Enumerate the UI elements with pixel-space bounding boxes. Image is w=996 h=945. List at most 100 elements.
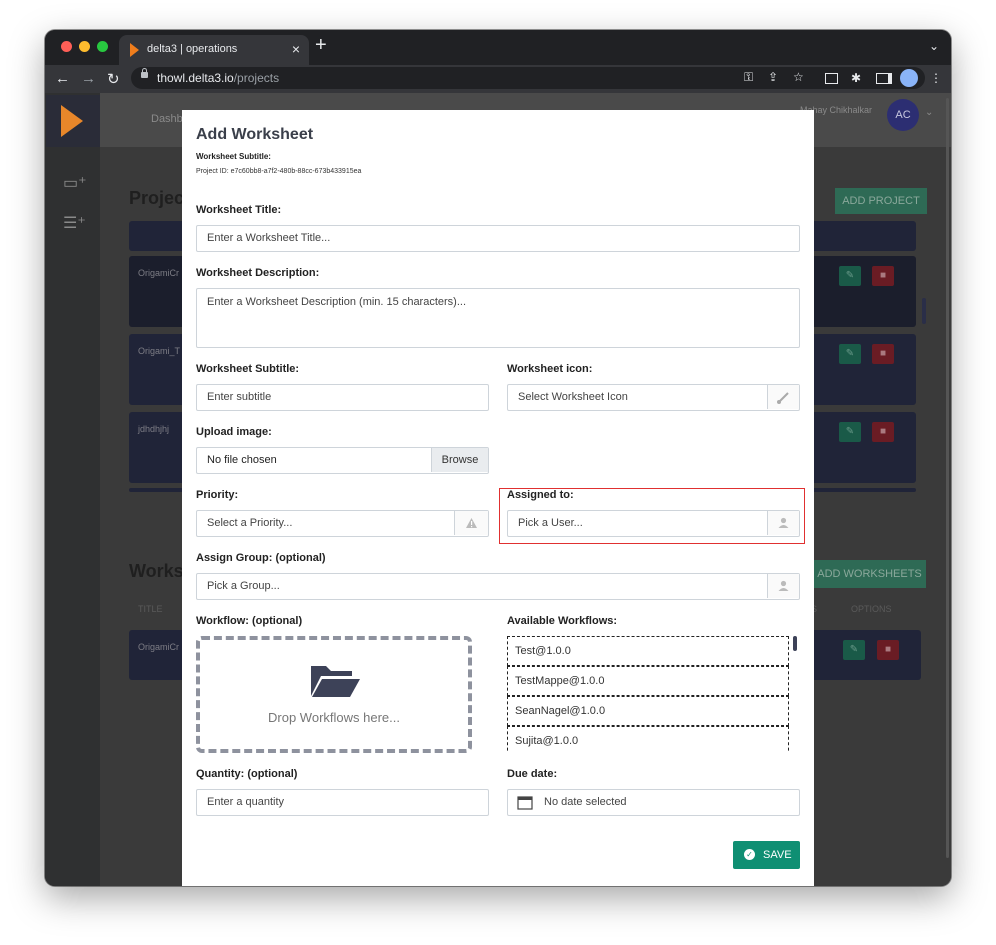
page-viewport: ▭⁺ ☰⁺ Dashb Mahay Chikhalkar AC ⌄ Projec…	[45, 93, 951, 886]
assign-group-select[interactable]: Pick a Group...	[196, 573, 800, 600]
add-list-nav-icon[interactable]: ☰⁺	[63, 213, 86, 233]
extensions-icon[interactable]: ✱	[851, 71, 861, 85]
browser-window: delta3 | operations × + ⌄ ← → ↻ thowl.de…	[45, 30, 951, 886]
save-button-label: SAVE	[763, 849, 792, 861]
workflow-item[interactable]: Test@1.0.0	[507, 636, 789, 666]
user-icon	[778, 580, 789, 591]
available-workflows-label: Available Workflows:	[507, 615, 618, 627]
delta3-logo[interactable]	[46, 95, 100, 147]
project-row-title: Origami_T	[138, 346, 181, 356]
user-menu-chevron-icon[interactable]: ⌄	[925, 107, 933, 118]
projects-scrollbar[interactable]	[922, 298, 926, 324]
browse-button[interactable]: Browse	[431, 448, 488, 472]
close-window-button[interactable]	[61, 41, 72, 52]
profile-avatar[interactable]	[900, 69, 918, 87]
available-workflows-list[interactable]: Test@1.0.0 TestMappe@1.0.0 SeanNagel@1.0…	[507, 636, 797, 753]
page-scrollbar[interactable]	[946, 98, 949, 858]
projects-heading: Projec	[129, 188, 185, 208]
assign-group-label: Assign Group: (optional)	[196, 552, 326, 564]
workflow-item[interactable]: Sujita@1.0.0	[507, 726, 789, 753]
picture-in-picture-icon[interactable]	[825, 73, 838, 84]
quantity-label: Quantity: (optional)	[196, 768, 298, 780]
add-project-button[interactable]: ADD PROJECT	[835, 188, 927, 214]
worksheet-subtitle-label: Worksheet Subtitle:	[196, 363, 300, 375]
calendar-icon	[517, 796, 533, 810]
forward-button[interactable]: →	[81, 70, 96, 87]
browser-menu-icon[interactable]: ⋮	[930, 71, 942, 85]
tab-search-button[interactable]: ⌄	[929, 39, 939, 53]
logo-mark-icon	[61, 105, 83, 137]
address-bar[interactable]: thowl.delta3.io/projects ⚿ ⇪ ☆	[131, 67, 925, 89]
assigned-to-placeholder: Pick a User...	[518, 517, 583, 529]
url-path: /projects	[233, 71, 280, 85]
back-button[interactable]: ←	[55, 70, 70, 87]
save-button[interactable]: ✓ SAVE	[733, 841, 800, 869]
workflows-scrollbar[interactable]	[793, 636, 797, 651]
key-icon[interactable]: ⚿	[744, 70, 753, 85]
quantity-placeholder: Enter a quantity	[207, 796, 285, 808]
modal-subtitle: Worksheet Subtitle:	[196, 152, 271, 161]
project-id: Project ID: e7c60bb8-a7f2-480b-88cc-673b…	[196, 168, 362, 175]
check-circle-icon: ✓	[744, 849, 755, 860]
worksheet-icon-select[interactable]: Select Worksheet Icon	[507, 384, 800, 411]
tab-close-icon[interactable]: ×	[292, 41, 300, 57]
worksheet-icon-placeholder: Select Worksheet Icon	[518, 391, 628, 403]
tab-bar: delta3 | operations × + ⌄	[45, 30, 951, 65]
bookmark-star-icon[interactable]: ☆	[793, 70, 804, 84]
workflow-item[interactable]: TestMappe@1.0.0	[507, 666, 789, 696]
worksheet-title-input[interactable]: Enter a Worksheet Title...	[196, 225, 800, 252]
upload-image-label: Upload image:	[196, 426, 272, 438]
worksheet-description-textarea[interactable]: Enter a Worksheet Description (min. 15 c…	[196, 288, 800, 348]
url-host: thowl.delta3.io	[157, 71, 234, 85]
quantity-input[interactable]: Enter a quantity	[196, 789, 489, 816]
assigned-to-label: Assigned to:	[507, 489, 574, 501]
edit-pencil-icon[interactable]: ✎	[839, 266, 861, 286]
project-row-title: OrigamiCr	[138, 268, 180, 278]
user-addon[interactable]	[767, 511, 799, 535]
worksheet-subtitle-input[interactable]: Enter subtitle	[196, 384, 489, 411]
group-addon[interactable]	[767, 574, 799, 598]
worksheet-description-label: Worksheet Description:	[196, 267, 320, 279]
add-worksheets-button[interactable]: ADD WORKSHEETS	[813, 560, 926, 588]
maximize-window-button[interactable]	[97, 41, 108, 52]
priority-select[interactable]: Select a Priority...	[196, 510, 489, 537]
add-project-nav-icon[interactable]: ▭⁺	[63, 173, 87, 193]
share-icon[interactable]: ⇪	[768, 70, 778, 84]
icon-picker-addon[interactable]	[767, 385, 799, 409]
due-date-value: No date selected	[544, 796, 627, 808]
warning-icon	[466, 518, 477, 528]
priority-label: Priority:	[196, 489, 239, 501]
delete-trash-icon[interactable]: ■	[872, 344, 894, 364]
tab-title: delta3 | operations	[147, 43, 238, 55]
worksheet-row-title: OrigamiCr	[138, 642, 180, 652]
priority-addon[interactable]	[454, 511, 488, 535]
reload-button[interactable]: ↻	[107, 70, 120, 88]
upload-image-input[interactable]: No file chosen Browse	[196, 447, 489, 474]
new-tab-button[interactable]: +	[315, 34, 327, 57]
delta3-favicon-icon	[130, 43, 139, 57]
browser-tab[interactable]: delta3 | operations ×	[119, 35, 309, 65]
app-sidebar: ▭⁺ ☰⁺	[45, 93, 100, 886]
browser-toolbar: ← → ↻ thowl.delta3.io/projects ⚿ ⇪ ☆ ✱ ⋮	[45, 65, 951, 93]
due-date-picker[interactable]: No date selected	[507, 789, 800, 816]
minimize-window-button[interactable]	[79, 41, 90, 52]
dropzone-text: Drop Workflows here...	[268, 710, 400, 725]
worksheets-heading: Works	[129, 561, 184, 581]
delete-trash-icon[interactable]: ■	[872, 266, 894, 286]
delete-trash-icon[interactable]: ■	[872, 422, 894, 442]
edit-pencil-icon[interactable]: ✎	[839, 344, 861, 364]
col-title-header: TITLE	[138, 604, 163, 614]
workflow-item[interactable]: SeanNagel@1.0.0	[507, 696, 789, 726]
assigned-to-select[interactable]: Pick a User...	[507, 510, 800, 537]
delete-trash-icon[interactable]: ■	[877, 640, 899, 660]
add-worksheet-modal: Add Worksheet Worksheet Subtitle: Projec…	[182, 110, 814, 886]
edit-pencil-icon[interactable]: ✎	[843, 640, 865, 660]
workflow-dropzone[interactable]: Drop Workflows here...	[196, 636, 472, 753]
worksheet-description-placeholder: Enter a Worksheet Description (min. 15 c…	[207, 296, 467, 308]
workflow-label: Workflow: (optional)	[196, 615, 303, 627]
user-avatar[interactable]: AC	[887, 99, 919, 131]
lock-icon	[141, 68, 148, 78]
side-panel-icon[interactable]	[876, 73, 892, 84]
nav-dashboard-link[interactable]: Dashb	[151, 113, 183, 125]
edit-pencil-icon[interactable]: ✎	[839, 422, 861, 442]
